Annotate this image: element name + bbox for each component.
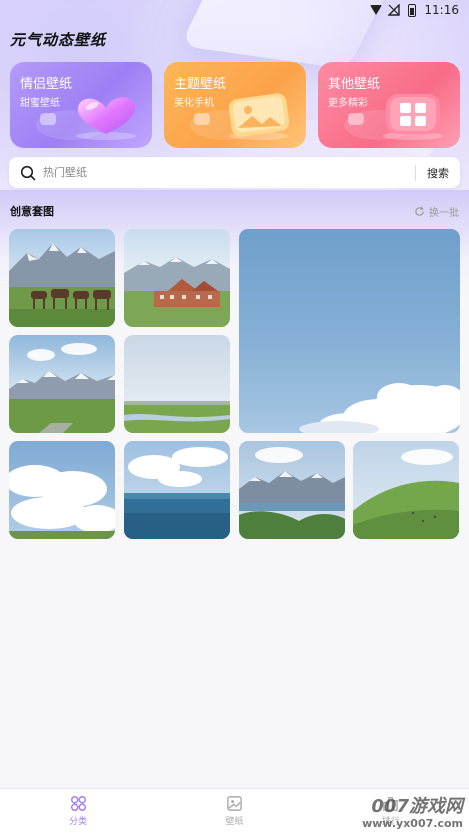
status-time: 11:16 xyxy=(424,3,459,17)
category-card-couple[interactable]: 情侣壁纸 甜蜜壁纸 xyxy=(10,62,152,148)
heart-icon xyxy=(76,97,136,140)
gallery-tile-green-hill[interactable] xyxy=(353,441,459,539)
tab-label: 壁纸 xyxy=(225,817,244,827)
tab-wallpaper[interactable]: 壁纸 xyxy=(156,789,312,833)
refresh-button[interactable]: 换一批 xyxy=(414,204,459,219)
gallery-tile-white-clouds[interactable] xyxy=(9,441,115,539)
wallpaper-icon xyxy=(227,796,242,811)
refresh-label: 换一批 xyxy=(429,207,459,219)
no-signal-icon xyxy=(388,4,401,16)
status-bar: 11:16 xyxy=(0,0,469,20)
gallery-tile-mountains-horses[interactable] xyxy=(9,229,115,327)
search-button[interactable]: 搜索 xyxy=(416,157,460,188)
gallery-tile-sky-clouds-large[interactable] xyxy=(239,229,460,433)
category-subtitle: 美化手机 xyxy=(174,98,214,109)
category-name: 其他壁纸 xyxy=(328,77,381,92)
category-subtitle: 更多精彩 xyxy=(328,98,368,109)
refresh-icon xyxy=(415,206,424,216)
section-title: 创意套图 xyxy=(10,205,54,218)
gallery-tile-snowy-mountains-valley[interactable] xyxy=(9,335,115,433)
category-icon xyxy=(70,795,86,812)
battery-icon xyxy=(406,3,418,17)
tab-category[interactable]: 分类 xyxy=(0,789,156,833)
category-card-other[interactable]: 其他壁纸 更多精彩 xyxy=(318,62,460,148)
gallery-tile-red-roof-house[interactable] xyxy=(124,229,230,327)
category-subtitle: 甜蜜壁纸 xyxy=(20,98,60,109)
category-name: 主题壁纸 xyxy=(174,77,227,92)
grid-icon xyxy=(383,94,443,140)
search-input[interactable] xyxy=(43,166,415,179)
wifi-icon xyxy=(370,4,383,16)
search-bar: 搜索 xyxy=(9,157,460,188)
gallery-tile-lake-clouds[interactable] xyxy=(124,441,230,539)
gallery-tile-mountain-lake-hills[interactable] xyxy=(239,441,345,539)
watermark: 007游戏网 www.yx007.com xyxy=(362,796,463,830)
tab-label: 分类 xyxy=(69,817,88,827)
watermark-url: www.yx007.com xyxy=(362,817,463,830)
image-icon xyxy=(228,93,290,140)
gallery-tile-misty-river-grassland[interactable] xyxy=(124,335,230,433)
category-name: 情侣壁纸 xyxy=(20,77,73,92)
section-header: 创意套图 换一批 xyxy=(10,202,459,220)
category-card-theme[interactable]: 主题壁纸 美化手机 xyxy=(164,62,306,148)
app-title: 元气动态壁纸 xyxy=(10,31,107,49)
watermark-text: 007游戏网 xyxy=(371,796,463,817)
search-icon xyxy=(9,165,43,181)
